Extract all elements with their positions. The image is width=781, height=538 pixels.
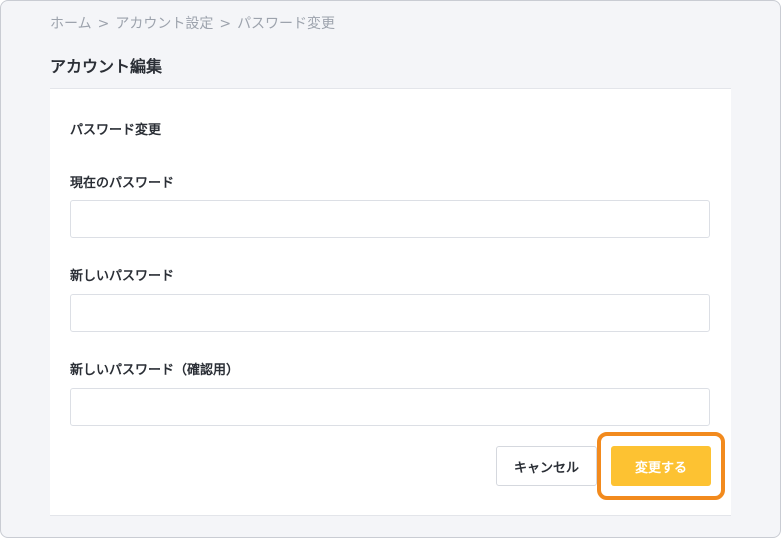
submit-highlight-box bbox=[597, 432, 725, 500]
breadcrumb-home[interactable]: ホーム bbox=[50, 13, 92, 33]
breadcrumb-current-page: パスワード変更 bbox=[237, 16, 336, 32]
breadcrumb-account-settings[interactable]: アカウント設定 bbox=[115, 13, 213, 33]
breadcrumb-separator: > bbox=[219, 16, 232, 32]
confirm-password-label: 新しいパスワード（確認用） bbox=[70, 363, 240, 378]
current-password-input[interactable] bbox=[70, 200, 710, 238]
confirm-password-input[interactable] bbox=[70, 388, 710, 426]
app-window: ホーム > アカウント設定 > パスワード変更 アカウント編集 パスワード変更 現在のパ… bbox=[0, 0, 781, 538]
page-title: アカウント編集 bbox=[50, 57, 163, 76]
current-password-label: 現在のパスワード bbox=[70, 176, 175, 191]
new-password-label: 新しいパスワード bbox=[70, 269, 175, 284]
breadcrumb: ホーム > アカウント設定 > パスワード変更 bbox=[50, 13, 335, 33]
section-title: パスワード変更 bbox=[70, 123, 162, 138]
breadcrumb-separator: > bbox=[97, 16, 110, 32]
new-password-input[interactable] bbox=[70, 294, 710, 332]
cancel-button[interactable]: キャンセル bbox=[496, 446, 597, 486]
